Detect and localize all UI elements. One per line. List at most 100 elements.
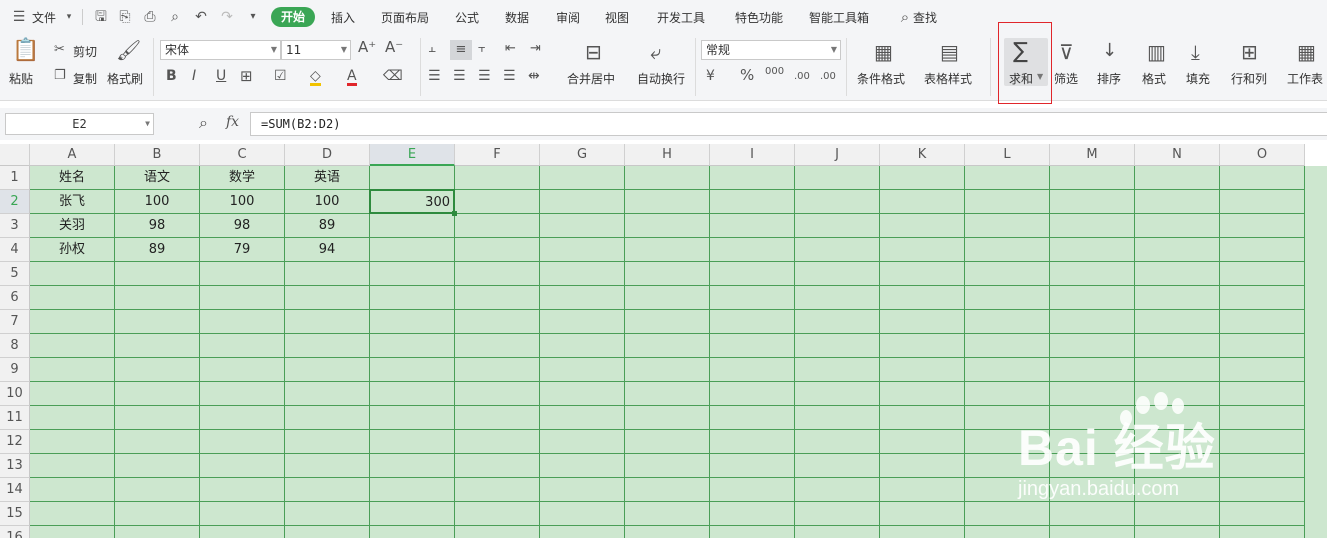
search-button[interactable]: 查找 [913,9,937,26]
table-style-button[interactable]: 表格样式 [924,70,972,87]
increase-font-icon[interactable]: A⁺ [358,40,376,55]
cell-d7[interactable] [285,310,370,334]
row-header-6[interactable]: 6 [0,286,30,310]
cell-b1[interactable]: 语文 [115,166,200,190]
copy-button[interactable]: 复制 [73,70,97,87]
cell-b6[interactable] [115,286,200,310]
thousands-separator-icon[interactable]: 000 [765,67,784,77]
cell-d15[interactable] [285,502,370,526]
tab-formulas[interactable]: 公式 [455,9,479,26]
cell-g2[interactable] [540,190,625,214]
tab-page-layout[interactable]: 页面布局 [381,9,429,26]
cell-j1[interactable] [795,166,880,190]
cell-i1[interactable] [710,166,795,190]
filter-button[interactable]: 筛选 [1054,70,1078,87]
fill-icon[interactable]: ⤓ [1191,42,1200,62]
cut-button[interactable]: 剪切 [73,43,97,60]
cell-m8[interactable] [1050,334,1135,358]
cell-a15[interactable] [30,502,115,526]
active-cell-e2[interactable]: 300 [369,189,455,214]
font-size-select[interactable]: 11 ▼ [281,40,351,60]
cell-h5[interactable] [625,262,710,286]
cell-j9[interactable] [795,358,880,382]
cell-l7[interactable] [965,310,1050,334]
zoom-icon[interactable]: ⌕ [199,115,208,131]
customize-toolbar-icon[interactable]: ▾ [244,8,262,26]
cell-f9[interactable] [455,358,540,382]
decrease-font-icon[interactable]: A⁻ [385,40,403,55]
cell-l16[interactable] [965,526,1050,538]
cell-n8[interactable] [1135,334,1220,358]
wrap-text-button[interactable]: 自动换行 [637,70,685,87]
cell-e12[interactable] [370,430,455,454]
cell-k1[interactable] [880,166,965,190]
row-header-14[interactable]: 14 [0,478,30,502]
cell-d9[interactable] [285,358,370,382]
tab-special-features[interactable]: 特色功能 [735,9,783,26]
column-header-g[interactable]: G [540,144,625,166]
cell-k5[interactable] [880,262,965,286]
cell-d13[interactable] [285,454,370,478]
cell-a11[interactable] [30,406,115,430]
tab-insert[interactable]: 插入 [331,9,355,26]
cell-g14[interactable] [540,478,625,502]
column-header-l[interactable]: L [965,144,1050,166]
column-header-o[interactable]: O [1220,144,1305,166]
cell-b11[interactable] [115,406,200,430]
border-icon[interactable]: ⊞ [240,69,253,84]
table-style-icon[interactable]: ▤ [940,42,959,62]
cell-h13[interactable] [625,454,710,478]
cell-a14[interactable] [30,478,115,502]
row-header-3[interactable]: 3 [0,214,30,238]
cell-e10[interactable] [370,382,455,406]
percent-icon[interactable]: % [740,68,754,83]
search-icon[interactable]: ⌕ [896,8,914,26]
cell-f10[interactable] [455,382,540,406]
row-header-12[interactable]: 12 [0,430,30,454]
cell-i8[interactable] [710,334,795,358]
cell-e6[interactable] [370,286,455,310]
format-button[interactable]: 格式 [1142,70,1166,87]
cell-h2[interactable] [625,190,710,214]
cell-g10[interactable] [540,382,625,406]
cell-i7[interactable] [710,310,795,334]
cell-o6[interactable] [1220,286,1305,310]
cell-h8[interactable] [625,334,710,358]
bold-icon[interactable]: B [166,69,177,83]
column-header-j[interactable]: J [795,144,880,166]
merge-center-button[interactable]: 合并居中 [567,70,615,87]
worksheet-icon[interactable]: ▦ [1297,42,1316,62]
sort-icon[interactable]: ↓ [1102,42,1117,60]
cell-b5[interactable] [115,262,200,286]
cell-j11[interactable] [795,406,880,430]
cell-g12[interactable] [540,430,625,454]
cell-n7[interactable] [1135,310,1220,334]
cell-g11[interactable] [540,406,625,430]
cell-o8[interactable] [1220,334,1305,358]
row-header-15[interactable]: 15 [0,502,30,526]
row-header-10[interactable]: 10 [0,382,30,406]
cell-m16[interactable] [1050,526,1135,538]
cell-a1[interactable]: 姓名 [30,166,115,190]
merge-center-icon[interactable]: ⊟ [585,42,602,62]
cell-b12[interactable] [115,430,200,454]
cell-h6[interactable] [625,286,710,310]
cell-g3[interactable] [540,214,625,238]
cell-h14[interactable] [625,478,710,502]
column-header-e[interactable]: E [370,144,455,166]
cell-k12[interactable] [880,430,965,454]
cell-i4[interactable] [710,238,795,262]
cell-f1[interactable] [455,166,540,190]
column-header-d[interactable]: D [285,144,370,166]
tab-developer[interactable]: 开发工具 [657,9,705,26]
cell-f16[interactable] [455,526,540,538]
cell-l1[interactable] [965,166,1050,190]
number-format-select[interactable]: 常规 ▼ [701,40,841,60]
row-header-5[interactable]: 5 [0,262,30,286]
cell-c2[interactable]: 100 [200,190,285,214]
cell-g1[interactable] [540,166,625,190]
cell-b4[interactable]: 89 [115,238,200,262]
eraser-icon[interactable]: ⌫ [383,69,403,83]
hamburger-menu-icon[interactable]: ☰ [10,8,28,26]
rows-columns-icon[interactable]: ⊞ [1241,42,1258,62]
